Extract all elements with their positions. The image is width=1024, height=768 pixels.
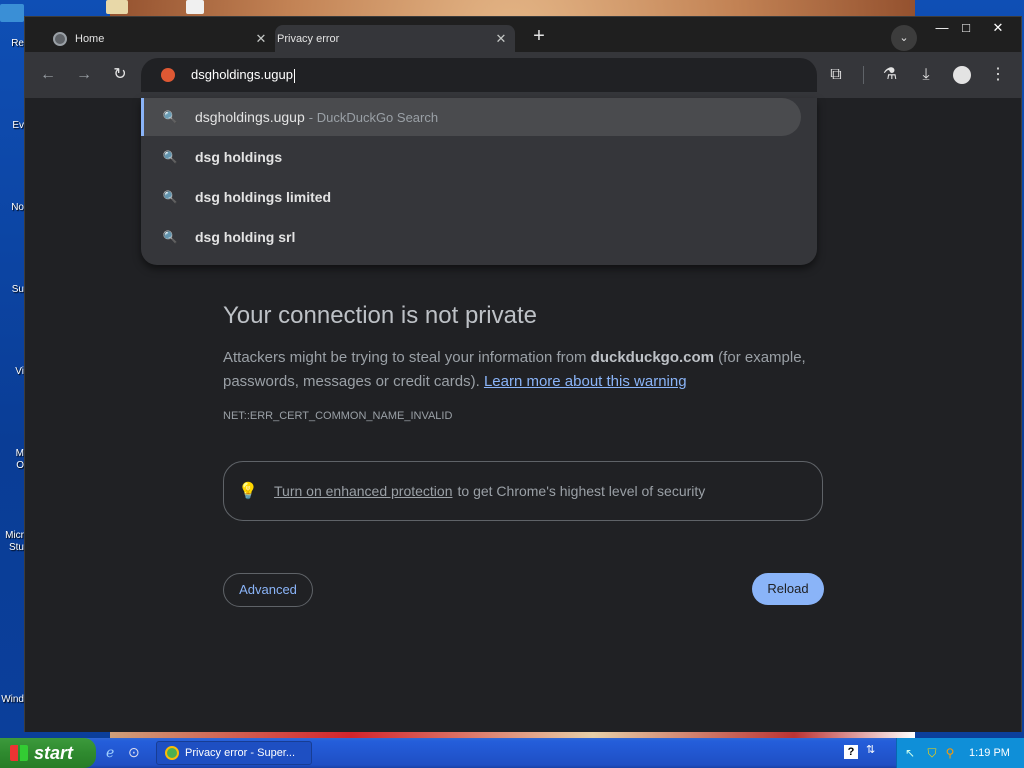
- profile-button[interactable]: [951, 64, 973, 86]
- error-code: NET::ERR_CERT_COMMON_NAME_INVALID: [223, 410, 453, 422]
- enhanced-protection-box: 💡 Turn on enhanced protection to get Chr…: [223, 461, 823, 521]
- close-window-button[interactable]: ✕: [983, 19, 1013, 37]
- desktop-icon-label[interactable]: Wind: [0, 694, 24, 705]
- tab-strip: Home ✕ Privacy error ✕ + ⌄ — □ ✕: [25, 17, 1021, 52]
- chrome-icon: [165, 746, 179, 760]
- suggestion-item[interactable]: 🔍 dsg holdings limited: [141, 178, 801, 216]
- omnibox-suggestions: 🔍 dsgholdings.ugup - DuckDuckGo Search 🔍…: [141, 98, 817, 265]
- tab-title: Privacy error: [277, 32, 340, 45]
- menu-icon[interactable]: ⋮: [987, 64, 1009, 86]
- network-icon[interactable]: ⇅: [866, 743, 875, 756]
- desktop-icon-label[interactable]: Su: [0, 284, 24, 295]
- desktop-icon-label[interactable]: No: [0, 202, 24, 213]
- learn-more-link[interactable]: Learn more about this warning: [484, 373, 687, 390]
- suggestion-item[interactable]: 🔍 dsgholdings.ugup - DuckDuckGo Search: [141, 98, 801, 136]
- suggestion-text: dsg holdings: [195, 149, 283, 165]
- toolbar: ← → ↻ dsgholdings.ugup ⧉ ⚗ ⤓ ⋮: [25, 52, 1021, 98]
- desktop-icon-label[interactable]: Ev: [0, 120, 24, 131]
- maximize-button[interactable]: □: [951, 19, 981, 37]
- page-description: Attackers might be trying to steal your …: [223, 346, 833, 394]
- tray-search-icon[interactable]: ⚲: [943, 746, 957, 760]
- download-icon[interactable]: ⤓: [915, 64, 937, 86]
- desktop-icon[interactable]: [0, 4, 24, 22]
- back-button[interactable]: ←: [37, 64, 59, 86]
- search-icon: 🔍: [162, 110, 178, 124]
- suggestion-text: dsgholdings.ugup: [195, 109, 305, 125]
- desktop-icon-label[interactable]: Stu: [0, 542, 24, 553]
- suggestion-text: dsg holdings limited: [195, 189, 332, 205]
- suggestion-source: - DuckDuckGo Search: [308, 109, 439, 125]
- search-icon: 🔍: [162, 150, 178, 164]
- security-shield-icon[interactable]: ⛉: [925, 746, 939, 760]
- quicklaunch-icon[interactable]: ⊙: [128, 744, 146, 762]
- advanced-button[interactable]: Advanced: [223, 573, 313, 607]
- address-bar[interactable]: dsgholdings.ugup: [141, 58, 817, 92]
- tab-title: Home: [75, 32, 105, 45]
- desktop-icon-label[interactable]: O: [0, 460, 24, 471]
- lightbulb-icon: 💡: [238, 483, 258, 500]
- new-tab-button[interactable]: +: [527, 25, 551, 49]
- desc-text: Attackers might be trying to steal your …: [223, 349, 591, 366]
- help-icon[interactable]: ?: [844, 745, 858, 759]
- suggestion-item[interactable]: 🔍 dsg holding srl: [141, 218, 801, 256]
- clock: 1:19 PM: [969, 747, 1010, 759]
- desktop-icon-label[interactable]: M: [0, 448, 24, 459]
- tray-arrow-icon[interactable]: ↖: [903, 746, 917, 760]
- desktop-icon-label[interactable]: Vi: [0, 366, 24, 377]
- reload-page-button[interactable]: Reload: [752, 573, 824, 605]
- tab-privacy-error[interactable]: Privacy error ✕: [275, 25, 515, 52]
- taskbar-item-chrome[interactable]: Privacy error - Super...: [156, 741, 312, 765]
- address-input[interactable]: dsgholdings.ugup: [191, 58, 295, 92]
- windows-logo-icon: [10, 745, 28, 761]
- address-text: dsgholdings.ugup: [191, 67, 293, 82]
- internet-explorer-icon[interactable]: ℯ: [106, 744, 124, 762]
- tab-home[interactable]: Home ✕: [45, 25, 275, 52]
- close-tab-icon[interactable]: ✕: [493, 31, 509, 47]
- labs-icon[interactable]: ⚗: [879, 64, 901, 86]
- desktop-icon[interactable]: [186, 0, 204, 14]
- toolbar-divider: [863, 66, 864, 84]
- tab-search-button[interactable]: ⌄: [891, 25, 917, 51]
- desktop-icon-label[interactable]: Micr: [0, 530, 24, 541]
- suggestion-item[interactable]: 🔍 dsg holdings: [141, 138, 801, 176]
- duckduckgo-icon: [161, 68, 175, 82]
- desktop-icon[interactable]: [106, 0, 128, 14]
- enhanced-protection-link[interactable]: Turn on enhanced protection: [274, 483, 453, 499]
- taskbar: start ℯ ⊙ Privacy error - Super... ? ⇅ ↖…: [0, 738, 1024, 768]
- forward-button[interactable]: →: [73, 64, 95, 86]
- reload-button[interactable]: ↻: [109, 64, 131, 86]
- chevron-down-icon: ⌄: [899, 32, 909, 44]
- close-tab-icon[interactable]: ✕: [253, 31, 269, 47]
- domain-name: duckduckgo.com: [590, 349, 715, 366]
- avatar-icon: [953, 65, 971, 84]
- start-label: start: [34, 743, 74, 763]
- enhanced-protection-text: to get Chrome's highest level of securit…: [457, 483, 706, 499]
- taskbar-item-label: Privacy error - Super...: [185, 747, 296, 759]
- extensions-icon[interactable]: ⧉: [825, 64, 847, 86]
- text-caret: [293, 68, 295, 83]
- suggestion-text: dsg holding srl: [195, 229, 296, 245]
- desktop-icon-label[interactable]: Re: [0, 38, 24, 49]
- search-icon: 🔍: [162, 230, 178, 244]
- start-button[interactable]: start: [0, 738, 96, 768]
- browser-window: Home ✕ Privacy error ✕ + ⌄ — □ ✕ ← → ↻ d…: [24, 16, 1022, 732]
- system-tray: ↖ ⛉ ⚲ 1:19 PM: [896, 738, 1024, 768]
- search-icon: 🔍: [162, 190, 178, 204]
- globe-icon: [53, 31, 67, 46]
- page-title: Your connection is not private: [223, 302, 537, 329]
